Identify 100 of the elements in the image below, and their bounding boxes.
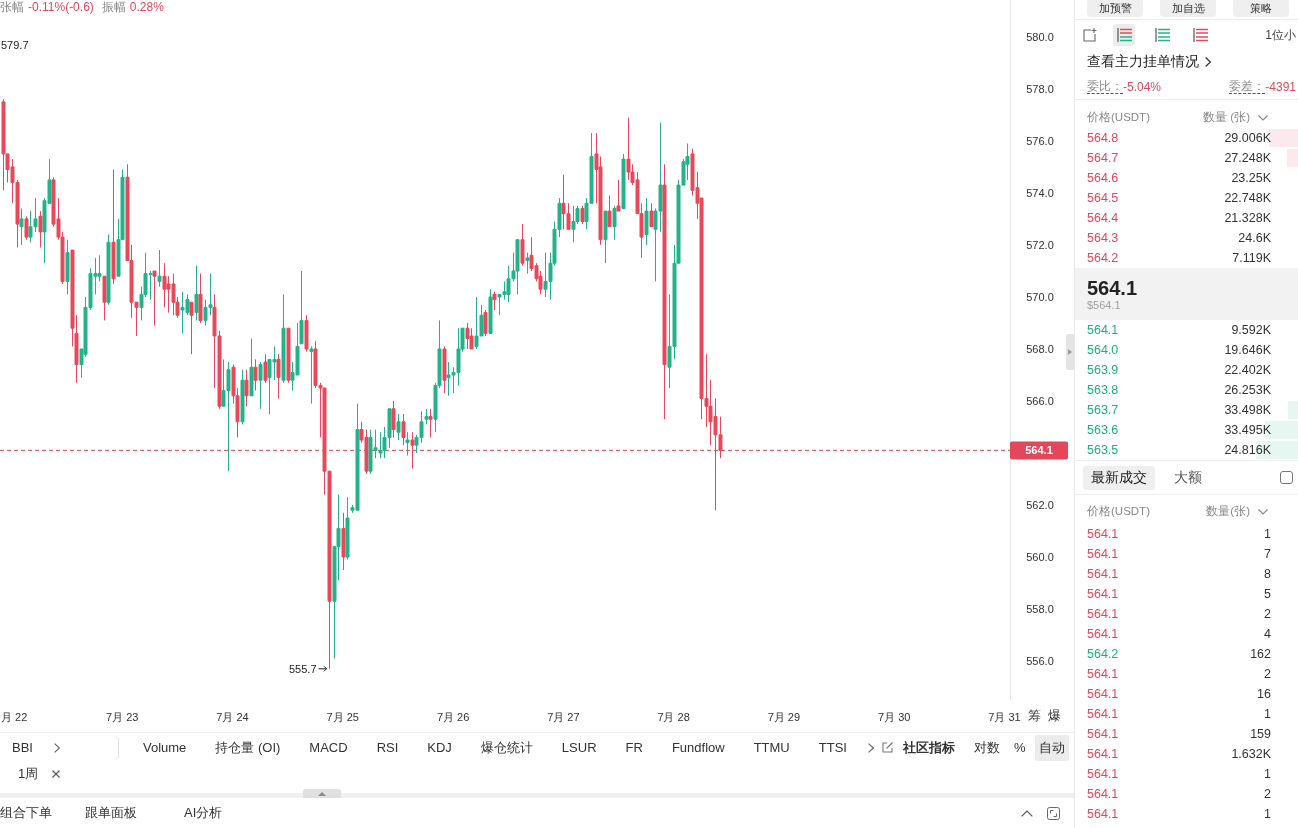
order-book-row[interactable]: 564.8 29.006K — [1075, 128, 1298, 148]
price-axis-label: 568.0 — [1026, 343, 1054, 355]
order-book-row[interactable]: 564.7 27.248K — [1075, 148, 1298, 168]
indicator-tab[interactable]: TTMU — [753, 738, 790, 757]
trade-amount: 1 — [1264, 805, 1271, 823]
order-book-row[interactable]: 563.5 24.816K — [1075, 440, 1298, 460]
indicator-tab[interactable]: Volume — [142, 738, 187, 757]
chevron-down-icon[interactable] — [1258, 508, 1268, 515]
chevron-right-icon[interactable] — [53, 742, 60, 753]
order-book-row[interactable]: 564.1 9.592K — [1075, 320, 1298, 340]
order-amount: 33.498K — [1224, 401, 1271, 419]
expand-icon[interactable] — [1047, 806, 1060, 820]
order-book-row[interactable]: 563.7 33.498K — [1075, 400, 1298, 420]
chart-toggle-button[interactable]: 筹 — [1028, 707, 1041, 725]
trade-amount: 1.632K — [1231, 745, 1271, 763]
panel-tab[interactable]: AI分析 — [184, 804, 223, 822]
filter-checkbox[interactable] — [1280, 471, 1293, 484]
indicator-tab[interactable]: BBI — [12, 738, 33, 757]
order-book-row[interactable]: 564.4 21.328K — [1075, 208, 1298, 228]
order-amount: 7.119K — [1232, 249, 1271, 267]
date-axis-label: 7月 25 — [326, 711, 359, 723]
order-price: 564.1 — [1087, 321, 1119, 339]
chevron-right-icon[interactable] — [867, 742, 874, 753]
trade-price: 564.1 — [1087, 685, 1119, 703]
scale-option[interactable]: 对数 — [969, 734, 1004, 761]
order-book-row[interactable]: 564.5 22.748K — [1075, 188, 1298, 208]
community-indicators-button[interactable]: 社区指标 — [902, 738, 955, 757]
view-mode-button[interactable] — [1113, 24, 1135, 46]
trade-amount: 7 — [1264, 545, 1271, 563]
order-price: 563.8 — [1087, 381, 1119, 399]
panel-tab[interactable]: 跟单面板 — [85, 804, 137, 822]
order-book-icon — [1116, 28, 1132, 42]
action-button[interactable]: 策略 — [1233, 0, 1289, 17]
price-axis-label: 560.0 — [1026, 551, 1054, 563]
order-book-row[interactable]: 563.8 26.253K — [1075, 380, 1298, 400]
indicator-tab[interactable]: RSI — [376, 738, 399, 757]
order-book-row[interactable]: 564.6 23.25K — [1075, 168, 1298, 188]
price-axis-label: 562.0 — [1026, 499, 1054, 511]
price-axis-label: 556.0 — [1026, 655, 1054, 667]
triangle-right-icon — [1068, 349, 1072, 355]
close-icon[interactable] — [52, 770, 61, 778]
order-amount: 27.248K — [1224, 149, 1271, 167]
resize-handle[interactable] — [303, 789, 341, 798]
order-amount: 24.6K — [1238, 229, 1271, 247]
order-book-row[interactable]: 564.3 24.6K — [1075, 228, 1298, 248]
action-button[interactable]: 加自选 — [1160, 0, 1216, 17]
price-axis-label: 570.0 — [1026, 291, 1054, 303]
timeframe-tag: 1周 — [18, 764, 39, 784]
indicator-tab[interactable]: FR — [625, 738, 643, 757]
trade-price: 564.1 — [1087, 765, 1119, 783]
indicator-tab[interactable]: KDJ — [427, 738, 452, 757]
order-amount: 21.328K — [1224, 209, 1271, 227]
order-book-row[interactable]: 564.0 19.646K — [1075, 340, 1298, 360]
stat-label: 委比： — [1087, 79, 1123, 94]
indicator-tab[interactable]: TTSI — [818, 738, 847, 757]
column-header: 数量 (张) — [1203, 110, 1250, 126]
indicator-tab[interactable]: Fundflow — [671, 738, 725, 757]
date-axis-label: 7月 26 — [436, 711, 470, 723]
stat-label: 张幅 — [0, 0, 24, 14]
indicator-tab[interactable]: 爆仓统计 — [480, 738, 533, 757]
panel-tab[interactable]: 组合下单 — [0, 804, 52, 822]
chart-toggle-button[interactable]: 爆 — [1048, 707, 1061, 725]
chevron-down-icon[interactable] — [1258, 115, 1268, 121]
scale-option[interactable]: 自动 — [1035, 734, 1070, 761]
trade-amount: 8 — [1264, 565, 1271, 583]
order-amount: 29.006K — [1224, 129, 1271, 147]
trade-amount: 2 — [1264, 785, 1271, 803]
triangle-up-icon — [318, 791, 326, 796]
action-button[interactable]: 加预警 — [1087, 0, 1143, 17]
date-axis-label: 月 22 — [1, 711, 28, 723]
stat-label: 委差： — [1229, 79, 1266, 94]
order-book-row[interactable]: 563.9 22.402K — [1075, 360, 1298, 380]
chevron-up-icon[interactable] — [1021, 809, 1033, 817]
order-amount: 22.402K — [1224, 361, 1271, 379]
scale-option[interactable]: % — [1009, 734, 1030, 761]
main-orders-link[interactable]: 查看主力挂单情况 — [1087, 51, 1211, 73]
square-plus-icon[interactable] — [1083, 28, 1097, 42]
trade-price: 564.1 — [1087, 745, 1119, 763]
order-book-row[interactable]: 563.6 33.495K — [1075, 420, 1298, 440]
indicator-tab[interactable]: MACD — [309, 738, 348, 757]
order-price: 564.4 — [1087, 209, 1119, 227]
order-price: 564.0 — [1087, 341, 1119, 359]
edit-icon[interactable] — [881, 742, 893, 753]
indicator-tab[interactable]: 持仓量 (OI) — [215, 738, 281, 757]
collapse-handle[interactable] — [1066, 334, 1074, 370]
indicator-tab[interactable]: LSUR — [561, 738, 597, 757]
trades-tab[interactable]: 大额 — [1166, 465, 1210, 490]
order-amount: 9.592K — [1231, 321, 1271, 339]
order-price: 563.7 — [1087, 401, 1119, 419]
date-axis-label: 7月 31 — [988, 711, 1021, 723]
date-axis-label: 7月 30 — [878, 711, 911, 723]
current-price-tag: 564.1 — [1010, 441, 1068, 460]
price-axis-label: 576.0 — [1026, 134, 1054, 147]
trades-tab[interactable]: 最新成交 — [1083, 465, 1155, 490]
precision-selector[interactable]: 1位小 — [1265, 26, 1298, 44]
order-book-row[interactable]: 564.2 7.119K — [1075, 248, 1298, 268]
annotation-label: 579.7 — [1, 38, 29, 51]
trade-amount: 16 — [1257, 685, 1271, 703]
stat-value: -5.04% — [1123, 78, 1162, 96]
column-header: 价格(USDT) — [1087, 503, 1150, 519]
